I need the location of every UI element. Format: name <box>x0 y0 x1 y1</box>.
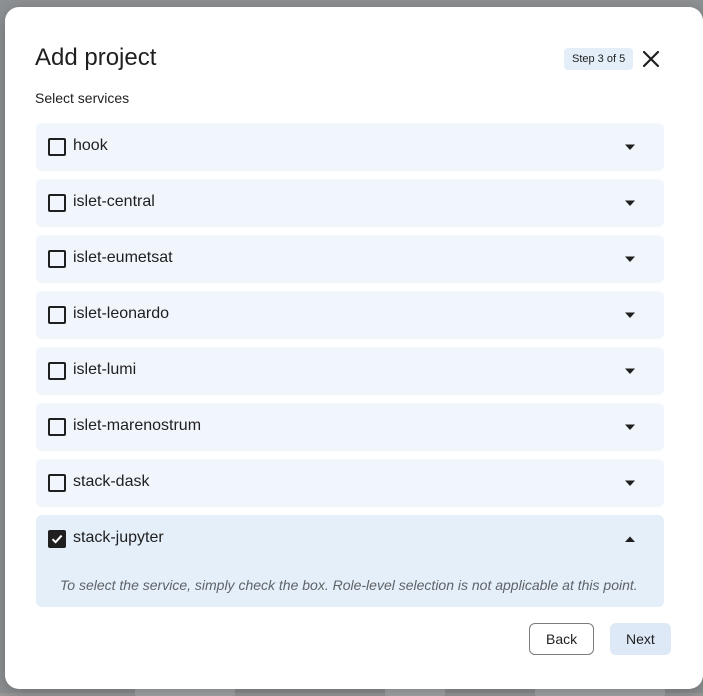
service-row-islet-leonardo[interactable]: islet-leonardo <box>36 291 664 339</box>
service-label: islet-lumi <box>73 361 137 378</box>
service-help-text: To select the service, simply check the … <box>60 577 638 593</box>
chevron-down-icon[interactable] <box>622 475 638 491</box>
chevron-down-icon[interactable] <box>622 251 638 267</box>
close-button[interactable] <box>639 47 663 71</box>
service-label: islet-central <box>73 193 155 210</box>
service-checkbox[interactable] <box>48 306 66 324</box>
checkmark-icon <box>51 534 63 544</box>
service-label: islet-eumetsat <box>73 249 173 266</box>
service-label: stack-jupyter <box>73 529 164 546</box>
service-label: islet-marenostrum <box>73 417 202 434</box>
service-checkbox[interactable] <box>48 194 66 212</box>
service-row-islet-central[interactable]: islet-central <box>36 179 664 227</box>
service-row-islet-eumetsat[interactable]: islet-eumetsat <box>36 235 664 283</box>
service-row-stack-jupyter[interactable]: stack-jupyter To select the service, simp… <box>36 515 664 607</box>
step-badge: Step 3 of 5 <box>564 48 634 70</box>
chevron-down-icon[interactable] <box>622 195 638 211</box>
service-list: hook islet-central islet-eumetsat islet-leo… <box>36 123 664 615</box>
dialog-subtitle: Select services <box>35 90 130 106</box>
dialog-title: Add project <box>35 44 157 71</box>
service-checkbox[interactable] <box>48 474 66 492</box>
close-icon <box>642 50 660 68</box>
service-row-hook[interactable]: hook <box>36 123 664 171</box>
service-checkbox[interactable] <box>48 138 66 156</box>
service-row-islet-marenostrum[interactable]: islet-marenostrum <box>36 403 664 451</box>
chevron-up-icon[interactable] <box>622 531 638 547</box>
service-row-stack-dask[interactable]: stack-dask <box>36 459 664 507</box>
service-checkbox[interactable] <box>48 362 66 380</box>
service-checkbox[interactable] <box>48 418 66 436</box>
service-label: islet-leonardo <box>73 305 170 322</box>
service-checkbox[interactable] <box>48 530 66 548</box>
chevron-down-icon[interactable] <box>622 139 638 155</box>
service-row-islet-lumi[interactable]: islet-lumi <box>36 347 664 395</box>
next-button[interactable]: Next <box>610 623 671 655</box>
add-project-dialog: Add project Step 3 of 5 Select services … <box>5 7 703 689</box>
chevron-down-icon[interactable] <box>622 363 638 379</box>
service-label: hook <box>73 137 108 154</box>
service-label: stack-dask <box>73 473 150 490</box>
back-button[interactable]: Back <box>529 623 595 655</box>
chevron-down-icon[interactable] <box>622 307 638 323</box>
service-checkbox[interactable] <box>48 250 66 268</box>
chevron-down-icon[interactable] <box>622 419 638 435</box>
